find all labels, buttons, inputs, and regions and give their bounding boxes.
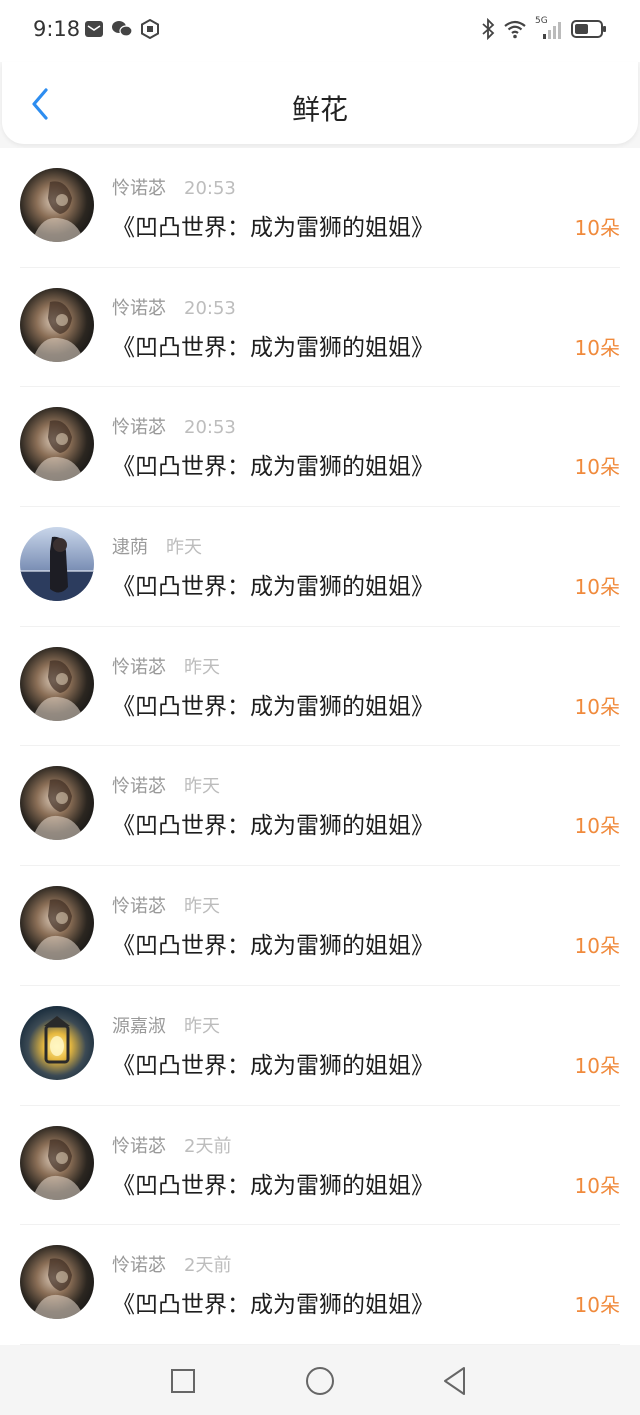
- sender-name: 怜诺苾: [112, 1135, 166, 1157]
- flower-count: 10朵: [574, 814, 620, 839]
- book-title: 《凹凸世界：成为雷狮的姐姐》: [112, 454, 434, 481]
- sent-time: 20:53: [184, 178, 236, 199]
- home-icon: [306, 1367, 334, 1395]
- item-meta: 怜诺苾 昨天: [112, 892, 220, 918]
- book-title: 《凹凸世界：成为雷狮的姐姐》: [112, 334, 434, 361]
- book-title: 《凹凸世界：成为雷狮的姐姐》: [112, 215, 434, 241]
- status-right-icons: 5G: [481, 16, 607, 40]
- avatar[interactable]: [20, 766, 94, 841]
- book-title: 《凹凸世界：成为雷狮的姐姐》: [112, 1292, 434, 1319]
- status-bar: 9:18 5G: [0, 0, 640, 62]
- list-item[interactable]: 怜诺苾 20:53 《凹凸世界：成为雷狮的姐姐》 10朵: [0, 387, 640, 508]
- wifi-icon: [504, 20, 526, 39]
- sent-time: 2天前: [184, 1255, 232, 1277]
- flower-count: 10朵: [574, 455, 620, 480]
- flower-count: 10朵: [574, 1173, 620, 1198]
- avatar[interactable]: [20, 886, 94, 961]
- list-item[interactable]: 怜诺苾 昨天 《凹凸世界：成为雷狮的姐姐》 10朵: [0, 866, 640, 986]
- status-time: 9:18: [33, 17, 81, 41]
- avatar[interactable]: [20, 168, 94, 242]
- book-title: 《凹凸世界：成为雷狮的姐姐》: [112, 574, 434, 601]
- item-meta: 怜诺苾 20:53: [112, 174, 236, 200]
- book-title: 《凹凸世界：成为雷狮的姐姐》: [112, 933, 434, 960]
- flower-count: 10朵: [574, 1053, 620, 1078]
- avatar[interactable]: [20, 1005, 94, 1080]
- top-app-bar: 鲜花: [2, 62, 638, 144]
- item-meta: 怜诺苾 2天前: [112, 1251, 231, 1277]
- bluetooth-icon: [482, 18, 495, 40]
- sender-name: 怜诺苾: [112, 1255, 166, 1277]
- sent-time: 20:53: [184, 417, 236, 439]
- item-meta: 怜诺苾 昨天: [112, 653, 220, 679]
- battery-icon: [571, 20, 606, 38]
- sender-name: 怜诺苾: [112, 776, 166, 798]
- item-meta: 怜诺苾 20:53: [112, 413, 236, 439]
- sender-name: 怜诺苾: [112, 656, 166, 678]
- sender-name: 怜诺苾: [112, 178, 166, 199]
- sent-time: 昨天: [184, 776, 220, 798]
- sender-name: 怜诺苾: [112, 896, 166, 918]
- avatar[interactable]: [20, 1245, 94, 1320]
- status-left-icons: [84, 19, 160, 39]
- recent-apps-button[interactable]: [165, 1363, 201, 1399]
- book-title: 《凹凸世界：成为雷狮的姐姐》: [112, 693, 434, 720]
- list-item[interactable]: 怜诺苾 昨天 《凹凸世界：成为雷狮的姐姐》 10朵: [0, 627, 640, 747]
- flower-count: 10朵: [574, 575, 620, 600]
- item-meta: 源嘉淑 昨天: [112, 1012, 220, 1038]
- list-item[interactable]: 怜诺苾 2天前 《凹凸世界：成为雷狮的姐姐》 10朵: [0, 1106, 640, 1226]
- app-icon: [141, 19, 159, 39]
- book-title: 《凹凸世界：成为雷狮的姐姐》: [112, 813, 434, 840]
- sender-name: 源嘉淑: [112, 1015, 166, 1037]
- sent-time: 20:53: [184, 297, 236, 319]
- item-meta: 逮荫 昨天: [112, 533, 202, 559]
- avatar[interactable]: [20, 646, 94, 721]
- system-nav-bar: [0, 1345, 640, 1415]
- list-item[interactable]: 源嘉淑 昨天 《凹凸世界：成为雷狮的姐姐》 10朵: [0, 986, 640, 1106]
- sent-time: 昨天: [184, 896, 220, 918]
- recent-apps-icon: [171, 1369, 195, 1393]
- item-meta: 怜诺苾 昨天: [112, 772, 220, 798]
- flower-count: 10朵: [574, 1293, 620, 1318]
- list-item[interactable]: 怜诺苾 2天前 《凹凸世界：成为雷狮的姐姐》 10朵: [0, 1225, 640, 1345]
- mail-icon: [85, 21, 103, 37]
- item-meta: 怜诺苾 20:53: [112, 294, 236, 320]
- flower-count: 10朵: [574, 335, 620, 360]
- sender-name: 怜诺苾: [112, 417, 166, 439]
- flower-list: 怜诺苾 20:53 《凹凸世界：成为雷狮的姐姐》 10朵 怜诺苾 20:53 《…: [0, 148, 640, 1345]
- system-back-button[interactable]: [437, 1363, 473, 1399]
- avatar[interactable]: [20, 287, 94, 362]
- sender-name: 逮荫: [112, 537, 148, 559]
- book-title: 《凹凸世界：成为雷狮的姐姐》: [112, 1172, 434, 1199]
- list-item[interactable]: 逮荫 昨天 《凹凸世界：成为雷狮的姐姐》 10朵: [0, 507, 640, 627]
- item-meta: 怜诺苾 2天前: [112, 1132, 231, 1158]
- list-item[interactable]: 怜诺苾 20:53 《凹凸世界：成为雷狮的姐姐》 10朵: [0, 268, 640, 388]
- avatar[interactable]: [20, 1125, 94, 1200]
- book-title: 《凹凸世界：成为雷狮的姐姐》: [112, 1052, 434, 1079]
- avatar[interactable]: [20, 527, 94, 602]
- sent-time: 昨天: [184, 656, 220, 678]
- flower-count: 10朵: [574, 216, 620, 240]
- flower-count: 10朵: [574, 934, 620, 959]
- home-button[interactable]: [302, 1363, 338, 1399]
- flower-count: 10朵: [574, 694, 620, 719]
- list-item[interactable]: 怜诺苾 20:53 《凹凸世界：成为雷狮的姐姐》 10朵: [0, 148, 640, 268]
- sent-time: 昨天: [184, 1015, 220, 1037]
- back-triangle-icon: [444, 1367, 465, 1395]
- avatar[interactable]: [20, 407, 94, 482]
- wechat-icon: [112, 21, 133, 37]
- sent-time: 2天前: [184, 1135, 232, 1157]
- list-item[interactable]: 怜诺苾 昨天 《凹凸世界：成为雷狮的姐姐》 10朵: [0, 746, 640, 867]
- signal-5g-icon: 5G: [535, 16, 563, 40]
- sender-name: 怜诺苾: [112, 297, 166, 319]
- page-title: 鲜花: [291, 93, 348, 126]
- sent-time: 昨天: [166, 537, 202, 559]
